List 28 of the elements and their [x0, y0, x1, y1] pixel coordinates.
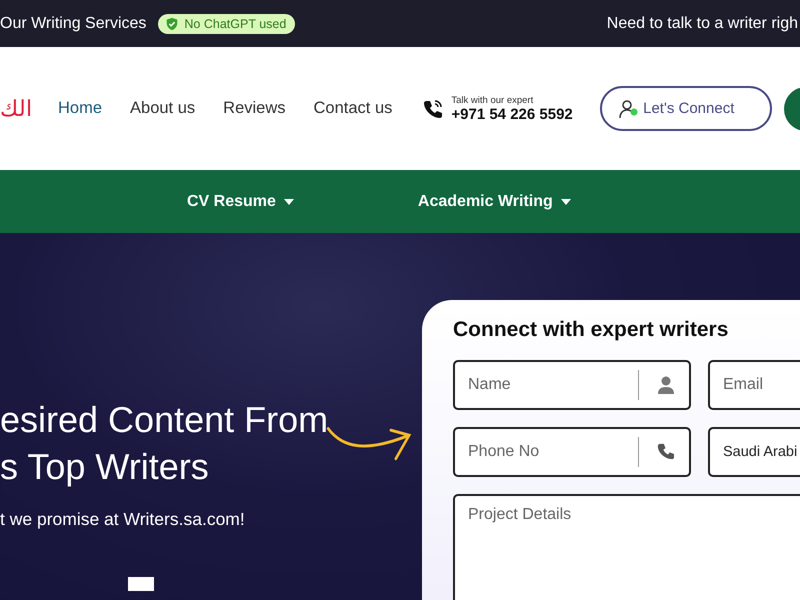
- phone-caption: Talk with our expert: [451, 94, 534, 106]
- menu-dropdown[interactable]: CV Resume: [187, 192, 294, 210]
- hero-subtitle: t we promise at Writers.sa.com!: [0, 509, 246, 530]
- logo[interactable]: الك: [0, 96, 32, 122]
- phone-number[interactable]: +971 54 226 5592: [451, 106, 573, 122]
- caret-icon: [560, 198, 571, 204]
- image-placeholder: [128, 577, 154, 591]
- nav-link[interactable]: About us: [130, 99, 196, 118]
- phone-field[interactable]: Phone No: [453, 427, 691, 477]
- text-field[interactable]: Email: [708, 360, 800, 410]
- hero-headline: esired Content From s Top Writers: [0, 398, 328, 489]
- project-details-field[interactable]: Project Details: [453, 494, 800, 600]
- contact-prompt: Need to talk to a writer righ: [606, 14, 798, 32]
- nav-link[interactable]: Home: [58, 99, 102, 118]
- phone-icon: [657, 443, 674, 460]
- form-title: Connect with expert writers: [453, 318, 730, 342]
- name-field[interactable]: Name: [453, 360, 691, 410]
- no-chatgpt-badge: No ChatGPT used: [158, 14, 296, 34]
- caret-icon: [284, 198, 294, 204]
- nav-link[interactable]: Reviews: [223, 99, 286, 118]
- menu-dropdown[interactable]: Academic Writing: [418, 192, 571, 210]
- person-icon: [658, 376, 674, 394]
- country-select[interactable]: Saudi Arabi: [708, 427, 800, 477]
- nav-link[interactable]: Contact us: [314, 99, 392, 118]
- services-link[interactable]: Our Writing Services: [0, 14, 146, 32]
- person-icon: [619, 98, 640, 118]
- lets-connect-button[interactable]: Let's Connect: [600, 86, 772, 131]
- phone-icon: [423, 98, 444, 118]
